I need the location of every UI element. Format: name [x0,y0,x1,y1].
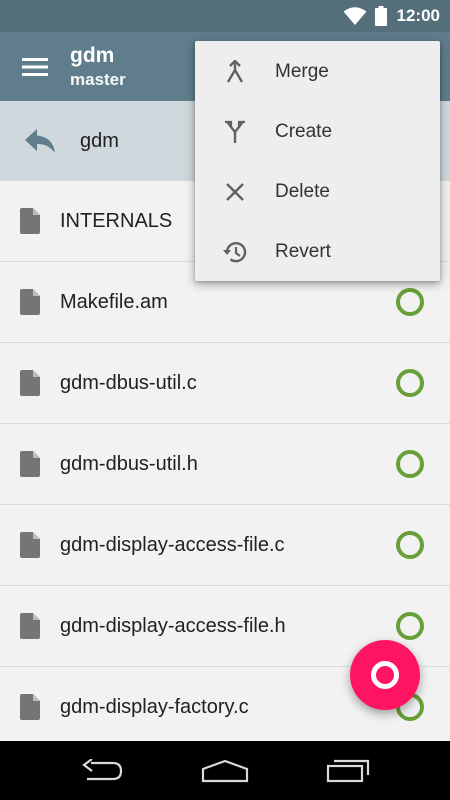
list-item[interactable]: gdm-display-access-file.c [0,505,450,586]
menu-item-label: Create [275,121,333,142]
file-icon [0,532,60,558]
history-icon [195,240,275,264]
status-bar: 12:00 [0,0,450,32]
file-icon [0,613,60,639]
file-status-icon [396,288,424,316]
wifi-icon [343,6,367,26]
ring-icon [371,661,399,689]
menu-item-label: Merge [275,61,329,82]
close-icon [195,182,275,202]
file-status-icon [396,369,424,397]
back-arrow-icon [0,128,80,154]
list-item[interactable]: gdm-dbus-util.h [0,424,450,505]
file-status-icon [396,450,424,478]
branch-subtitle: master [70,69,126,89]
file-name: INTERNALS [60,209,173,232]
back-icon[interactable] [72,751,132,791]
hamburger-menu-icon [22,57,48,76]
list-item[interactable]: gdm-dbus-util.c [0,343,450,424]
floating-action-button[interactable] [350,640,420,710]
file-icon [0,208,60,234]
file-name: gdm-dbus-util.h [60,452,198,475]
file-icon [0,451,60,477]
battery-icon [374,6,387,26]
menu-item-label: Delete [275,181,330,202]
file-name: gdm-dbus-util.c [60,371,197,394]
menu-item-create[interactable]: Create [195,102,440,162]
file-status-icon [396,612,424,640]
fork-icon [195,120,275,144]
parent-directory-label: gdm [80,129,119,152]
clock: 12:00 [396,6,440,25]
file-icon [0,694,60,720]
file-name: gdm-display-access-file.h [60,614,286,637]
merge-icon [195,60,275,84]
system-navigation-bar [0,741,450,800]
file-name: gdm-display-access-file.c [60,533,285,556]
home-icon[interactable] [195,751,255,791]
branch-actions-menu: Merge Create Delete Revert [195,41,440,281]
file-status-icon [396,531,424,559]
navigation-drawer-button[interactable] [0,32,70,101]
file-name: gdm-display-factory.c [60,695,249,718]
menu-item-label: Revert [275,241,331,262]
file-icon [0,370,60,396]
menu-item-revert[interactable]: Revert [195,222,440,282]
menu-item-delete[interactable]: Delete [195,162,440,222]
repository-title: gdm [70,43,115,67]
file-icon [0,289,60,315]
menu-item-merge[interactable]: Merge [195,42,440,102]
recents-icon[interactable] [318,751,378,791]
file-name: Makefile.am [60,290,168,313]
